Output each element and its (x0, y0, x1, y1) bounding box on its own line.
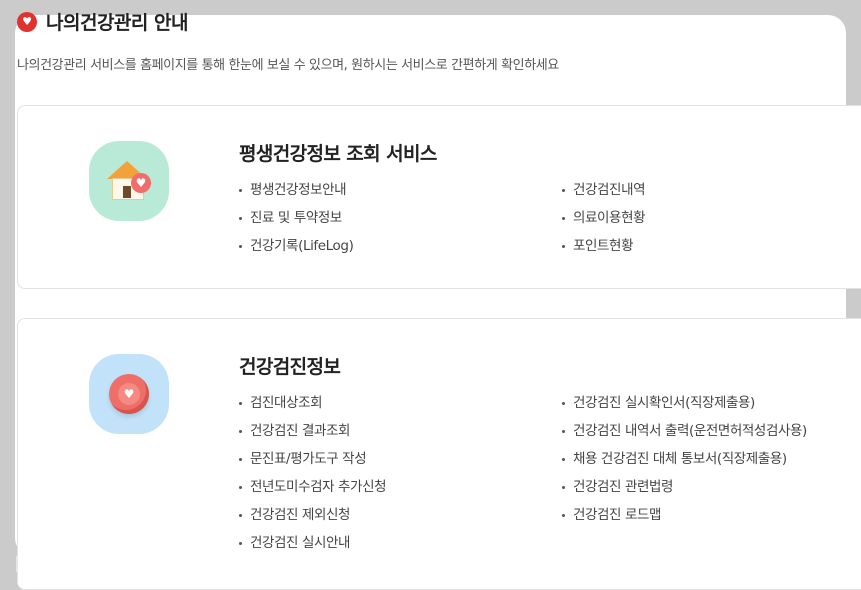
heart-bubble-icon: ♥ (89, 354, 169, 434)
section-lifetime-health: ♥ 평생건강정보 조회 서비스 평생건강정보안내 진료 및 투약정보 건강기록(… (17, 105, 861, 289)
house-heart-icon: ♥ (89, 141, 169, 221)
page-subtitle: 나의건강관리 서비스를 홈페이지를 통해 한눈에 보실 수 있으며, 원하시는 … (17, 58, 559, 73)
service-link[interactable]: 건강검진 실시확인서(직장제출용) (562, 390, 807, 418)
section-health-checkup: ♥ 건강검진정보 검진대상조회 건강검진 결과조회 문진표/평가도구 작성 전년… (17, 318, 861, 590)
service-link[interactable]: 포인트현황 (562, 233, 645, 261)
page-title: 나의건강관리 안내 (46, 12, 188, 34)
service-link[interactable]: 건강검진 로드맵 (562, 502, 807, 530)
service-link[interactable]: 건강검진 결과조회 (239, 418, 386, 446)
service-link[interactable]: 검진대상조회 (239, 390, 386, 418)
divider (16, 556, 18, 572)
section-link-list-left: 검진대상조회 건강검진 결과조회 문진표/평가도구 작성 전년도미수검자 추가신… (239, 390, 387, 558)
service-link[interactable]: 평생건강정보안내 (239, 177, 353, 205)
section-link-list-left: 평생건강정보안내 진료 및 투약정보 건강기록(LifeLog) (239, 177, 354, 261)
service-link[interactable]: 건강검진내역 (562, 177, 646, 205)
heart-badge-icon: ♥ (17, 11, 37, 32)
service-link[interactable]: 문진표/평가도구 작성 (239, 446, 386, 474)
service-link[interactable]: 채용 건강검진 대체 통보서(직장제출용) (562, 446, 807, 474)
service-link[interactable]: 진료 및 투약정보 (239, 205, 353, 233)
service-link[interactable]: 의료이용현황 (562, 205, 646, 233)
section-link-list-right: 건강검진 실시확인서(직장제출용) 건강검진 내역서 출력(운전면허적성검사용)… (562, 390, 807, 530)
section-link-list-right: 건강검진내역 의료이용현황 포인트현황 (562, 177, 646, 261)
page-header: ♥ 나의건강관리 안내 (17, 8, 188, 35)
service-link[interactable]: 건강검진 실시안내 (239, 530, 386, 558)
service-link[interactable]: 건강검진 내역서 출력(운전면허적성검사용) (562, 418, 807, 446)
service-link[interactable]: 건강검진 관련법령 (562, 474, 807, 502)
service-link[interactable]: 건강기록(LifeLog) (239, 233, 354, 261)
service-link[interactable]: 건강검진 제외신청 (239, 502, 386, 530)
section-title: 건강검진정보 (239, 356, 341, 378)
section-title: 평생건강정보 조회 서비스 (239, 143, 437, 165)
service-link[interactable]: 전년도미수검자 추가신청 (239, 474, 387, 502)
